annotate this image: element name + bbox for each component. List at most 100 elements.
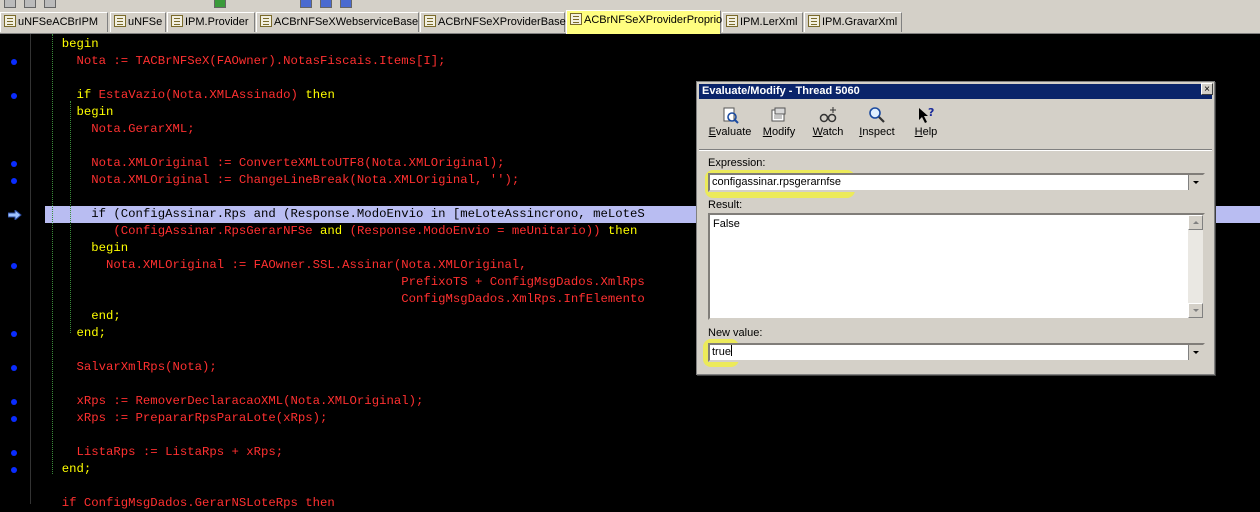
toolbar-button[interactable]: [24, 0, 36, 8]
unit-file-icon: [171, 15, 183, 27]
help-icon: ?: [919, 106, 934, 123]
tab-acbrnfsexproviderproprio[interactable]: ACBrNFSeXProviderProprio: [566, 10, 722, 34]
code-token: SalvarXmlRps(Nota);: [47, 360, 217, 374]
new-value-input[interactable]: true: [708, 343, 1205, 362]
code-line[interactable]: Nota.GerarXML;: [47, 121, 195, 138]
run-icon[interactable]: [214, 0, 226, 8]
evaluate-button[interactable]: Evaluate: [706, 106, 754, 144]
svg-text:?: ?: [928, 106, 934, 119]
breakpoint-marker-icon[interactable]: [11, 399, 17, 405]
code-line[interactable]: SalvarXmlRps(Nota);: [47, 359, 217, 376]
tab-acbrnfsexwebservicebase[interactable]: ACBrNFSeXWebserviceBase: [256, 12, 419, 32]
breakpoint-marker-icon[interactable]: [11, 331, 17, 337]
step-icon[interactable]: [320, 0, 332, 8]
code-line[interactable]: xRps := RemoverDeclaracaoXML(Nota.XMLOri…: [47, 393, 424, 410]
code-line[interactable]: ListaRps := ListaRps + xRps;: [47, 444, 284, 461]
code-line[interactable]: Nota.XMLOriginal := FAOwner.SSL.Assinar(…: [47, 257, 527, 274]
watch-button[interactable]: Watch: [804, 106, 852, 144]
help-button[interactable]: ? Help: [902, 106, 950, 144]
code-keyword: then: [607, 224, 638, 238]
result-box[interactable]: False: [708, 213, 1205, 320]
code-line[interactable]: end;: [47, 308, 121, 325]
editor-gutter[interactable]: [0, 34, 30, 504]
modify-button[interactable]: Modify: [755, 106, 803, 144]
code-line-current[interactable]: if (ConfigAssinar.Rps and (Response.Modo…: [47, 206, 645, 223]
evaluate-icon: [723, 107, 739, 124]
breakpoint-marker-icon[interactable]: [11, 467, 17, 473]
unit-file-icon: [4, 15, 16, 27]
code-line[interactable]: end;: [47, 461, 92, 478]
tab-ipm-provider[interactable]: IPM.Provider: [167, 12, 255, 32]
chevron-down-icon[interactable]: [1188, 175, 1203, 190]
code-line[interactable]: if EstaVazio(Nota.XMLAssinado) then: [47, 87, 335, 104]
code-token: (ConfigAssinar.RpsGerarNFSe: [47, 224, 321, 238]
breakpoint-marker-icon[interactable]: [11, 365, 17, 371]
code-keyword: end;: [76, 326, 107, 340]
breakpoint-marker-icon[interactable]: [11, 450, 17, 456]
scroll-up-button[interactable]: [1188, 215, 1203, 230]
code-line[interactable]: (ConfigAssinar.RpsGerarNFSe and (Respons…: [47, 223, 637, 240]
code-line[interactable]: end;: [47, 325, 107, 342]
code-token: if (ConfigAssinar.Rps and (Response.Modo…: [47, 207, 645, 221]
inspect-button[interactable]: Inspect: [853, 106, 901, 144]
result-label: Result:: [708, 199, 743, 211]
result-scrollbar[interactable]: [1188, 215, 1203, 318]
close-button[interactable]: ×: [1201, 83, 1213, 95]
tab-unfseacbripm[interactable]: uNFSeACBrIPM: [0, 12, 108, 32]
code-line[interactable]: begin: [47, 104, 114, 121]
code-line[interactable]: Nota.XMLOriginal := ConverteXMLtoUTF8(No…: [47, 155, 504, 172]
evaluate-modify-dialog: Evaluate/Modify - Thread 5060 × Evaluate…: [696, 81, 1215, 375]
new-value-text: true: [712, 346, 731, 358]
code-token: (Response.ModoEnvio = meUnitario)): [342, 224, 608, 238]
code-line[interactable]: ConfigMsgDados.XmlRps.InfElemento: [47, 291, 645, 308]
expression-value: configassinar.rpsgerarnfse: [712, 176, 842, 188]
unit-file-icon: [808, 15, 820, 27]
code-token: ConfigMsgDados.XmlRps.InfElemento: [47, 292, 645, 306]
unit-file-icon: [570, 13, 582, 25]
inspect-icon: [869, 107, 885, 123]
code-keyword: end;: [91, 309, 121, 323]
code-line[interactable]: begin: [47, 240, 128, 257]
code-token: if ConfigMsgDados.GerarNSLoteRps then: [47, 496, 335, 510]
code-line[interactable]: Nota.XMLOriginal := ChangeLineBreak(Nota…: [47, 172, 519, 189]
breakpoint-marker-icon[interactable]: [11, 59, 17, 65]
expression-input[interactable]: configassinar.rpsgerarnfse: [708, 173, 1205, 192]
code-token: Nota.GerarXML;: [47, 122, 195, 136]
toolbar-button[interactable]: [4, 0, 16, 8]
result-value: False: [713, 218, 740, 230]
unit-file-icon: [260, 15, 272, 27]
ide-toolbar: [0, 0, 1260, 10]
scroll-down-button[interactable]: [1188, 303, 1203, 318]
tab-ipm-gravarxml[interactable]: IPM.GravarXml: [804, 12, 902, 32]
tab-ipm-lerxml[interactable]: IPM.LerXml: [722, 12, 803, 32]
breakpoint-marker-icon[interactable]: [11, 263, 17, 269]
tab-label: ACBrNFSeXWebserviceBase: [274, 16, 419, 28]
code-line[interactable]: begin: [47, 36, 99, 53]
breakpoint-marker-icon[interactable]: [11, 93, 17, 99]
breakpoint-marker-icon[interactable]: [11, 178, 17, 184]
tab-label: IPM.Provider: [185, 16, 249, 28]
tab-label: ACBrNFSeXProviderBase: [438, 16, 566, 28]
code-line[interactable]: Nota := TACBrNFSeX(FAOwner).NotasFiscais…: [47, 53, 446, 70]
code-keyword: and: [320, 224, 343, 238]
gutter-separator: [30, 34, 31, 504]
code-keyword: end;: [61, 462, 92, 476]
code-token: xRps := PrepararRpsParaLote(xRps);: [47, 411, 328, 425]
chevron-down-icon[interactable]: [1188, 345, 1203, 360]
code-line[interactable]: PrefixoTS + ConfigMsgDados.XmlRps: [47, 274, 645, 291]
breakpoint-marker-icon[interactable]: [11, 161, 17, 167]
expression-label: Expression:: [708, 157, 766, 169]
step-icon[interactable]: [300, 0, 312, 8]
code-keyword: begin: [61, 37, 99, 51]
tab-acbrnfsexproviderbase[interactable]: ACBrNFSeXProviderBase: [420, 12, 566, 32]
code-line[interactable]: xRps := PrepararRpsParaLote(xRps);: [47, 410, 328, 427]
toolbar-button[interactable]: [44, 0, 56, 8]
tab-unfse[interactable]: uNFSe: [110, 12, 166, 32]
breakpoint-marker-icon[interactable]: [11, 416, 17, 422]
step-icon[interactable]: [340, 0, 352, 8]
code-keyword: then: [305, 88, 335, 102]
